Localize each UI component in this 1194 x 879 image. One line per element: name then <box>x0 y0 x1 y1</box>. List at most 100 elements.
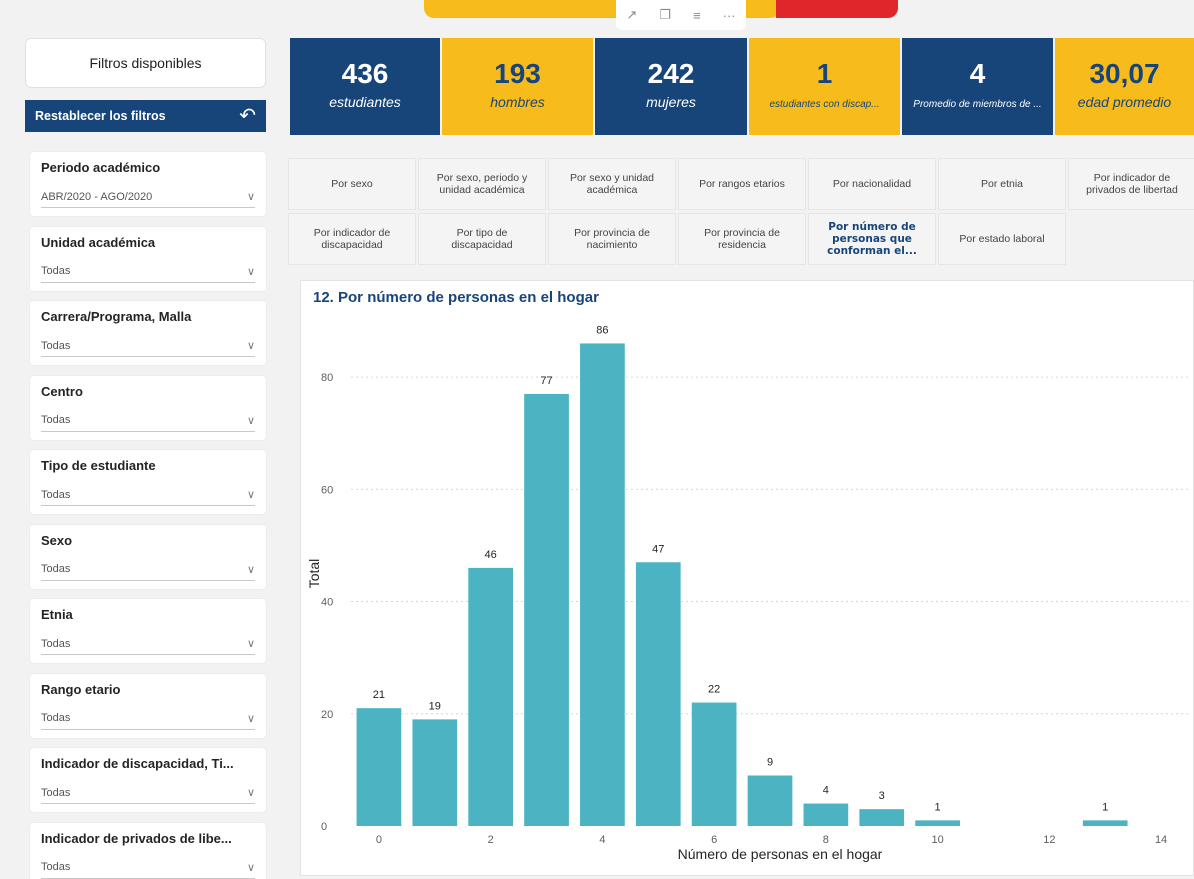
bar <box>915 820 960 826</box>
slicer-etnia: Etnia Todas ∨ <box>30 599 266 663</box>
tab-por-sexo-periodo[interactable]: Por sexo, periodo y unidad académica <box>418 158 546 210</box>
more-options-icon[interactable]: ··· <box>723 8 736 23</box>
report-tabs: Por sexo Por sexo, periodo y unidad acad… <box>288 158 1194 270</box>
y-tick-label: 80 <box>321 372 333 384</box>
data-label: 19 <box>429 700 441 712</box>
copy-icon[interactable]: ❐ <box>659 7 671 23</box>
data-label: 21 <box>373 689 385 701</box>
kpi-value: 436 <box>341 58 389 89</box>
bar <box>1082 820 1128 826</box>
bar <box>468 567 514 826</box>
undo-icon: ↶ <box>239 105 256 127</box>
slicer-dropdown[interactable]: ABR/2020 - AGO/2020 ∨ <box>41 186 255 208</box>
tab-por-sexo[interactable]: Por sexo <box>288 158 416 210</box>
y-tick-label: 40 <box>321 597 333 609</box>
slicer-value: Todas <box>41 563 71 575</box>
slicer-value: Todas <box>41 786 71 799</box>
kpi-mujeres: 242 mujeres <box>595 38 747 135</box>
data-label: 86 <box>596 324 608 336</box>
kpi-label: estudiantes <box>329 94 401 110</box>
slicer-value: Todas <box>41 488 71 501</box>
slicer-dropdown[interactable]: Todas ∨ <box>41 633 255 655</box>
chevron-down-icon: ∨ <box>246 861 255 874</box>
data-label: 3 <box>879 790 885 802</box>
kpi-label: mujeres <box>646 94 696 110</box>
slicer-dropdown[interactable]: Todas ∨ <box>41 335 255 357</box>
slicer-dropdown[interactable]: Todas ∨ <box>41 857 255 879</box>
slicer-indicador-privados: Indicador de privados de libe... Todas ∨ <box>30 822 266 879</box>
bars <box>356 343 1128 826</box>
tab-por-etnia[interactable]: Por etnia <box>938 158 1066 210</box>
filters-sidebar: Filtros disponibles Restablecer los filt… <box>25 38 266 132</box>
kpi-promedio-miembros: 4 Promedio de miembros de ... <box>902 38 1053 135</box>
data-label: 47 <box>652 543 664 555</box>
slicer-label: Etnia <box>41 607 73 622</box>
reset-filters-button[interactable]: Restablecer los filtros ↶ <box>25 100 266 132</box>
data-label: 77 <box>540 375 552 387</box>
x-tick-label: 0 <box>376 834 382 846</box>
x-tick-label: 6 <box>711 834 717 846</box>
slicer-unidad-academica: Unidad académica Todas ∨ <box>30 226 266 291</box>
slicer-label: Centro <box>41 383 83 399</box>
y-axis-label: Total <box>306 559 322 589</box>
slicer-label: Unidad académica <box>41 234 156 250</box>
tab-por-rangos-etarios[interactable]: Por rangos etarios <box>678 158 806 210</box>
slicer-value: Todas <box>41 265 71 277</box>
visual-header-toolbar: ↗ ❐ ≡ ··· <box>420 0 900 30</box>
slicer-value: ABR/2020 - AGO/2020 <box>41 190 153 203</box>
y-tick-label: 20 <box>321 709 333 721</box>
kpi-label: hombres <box>490 94 545 110</box>
tab-por-numero-personas[interactable]: Por número de personas que conforman el.… <box>808 213 936 265</box>
kpi-edad-promedio: 30,07 edad promedio <box>1055 38 1194 135</box>
slicer-value: Todas <box>41 861 71 873</box>
tab-por-indicador-discapacidad[interactable]: Por indicador de discapacidad <box>288 213 416 265</box>
slicer-dropdown[interactable]: Todas ∨ <box>41 559 255 581</box>
slicer-dropdown[interactable]: Todas ∨ <box>41 410 255 432</box>
slicer-dropdown[interactable]: Todas ∨ <box>41 484 255 506</box>
slicer-dropdown[interactable]: Todas ∨ <box>41 708 255 730</box>
reset-filters-label: Restablecer los filtros <box>35 109 166 123</box>
pin-icon[interactable]: ↗ <box>626 7 637 23</box>
y-axis-ticks: 0 20 40 60 80 <box>321 372 333 833</box>
tab-por-tipo-discapacidad[interactable]: Por tipo de discapacidad <box>418 213 546 265</box>
bar <box>412 719 458 826</box>
bar <box>859 809 905 826</box>
bar <box>580 343 625 826</box>
chevron-down-icon: ∨ <box>246 787 255 799</box>
slicer-rango-etario: Rango etario Todas ∨ <box>30 673 266 738</box>
filters-title: Filtros disponibles <box>25 38 266 88</box>
kpi-label: edad promedio <box>1077 94 1172 110</box>
filter-icon[interactable]: ≡ <box>693 8 701 23</box>
chart-title: 12. Por número de personas en el hogar <box>313 289 599 306</box>
tab-por-nacionalidad[interactable]: Por nacionalidad <box>808 158 936 210</box>
chevron-down-icon: ∨ <box>246 191 255 203</box>
slicer-label: Periodo académico <box>41 160 161 175</box>
chevron-down-icon: ∨ <box>246 340 255 352</box>
chevron-down-icon: ∨ <box>246 712 255 725</box>
bar <box>803 803 849 826</box>
tab-por-provincia-nacimiento[interactable]: Por provincia de nacimiento <box>548 213 676 265</box>
kpi-estudiantes: 436 estudiantes <box>290 38 440 135</box>
slicer-dropdown[interactable]: Todas ∨ <box>41 261 255 283</box>
kpi-discapacidad: 1 estudiantes con discap... <box>749 38 900 135</box>
tab-por-estado-laboral[interactable]: Por estado laboral <box>938 213 1066 265</box>
data-label: 4 <box>823 785 829 797</box>
slicer-dropdown[interactable]: Todas ∨ <box>41 782 255 804</box>
kpi-value: 30,07 <box>1089 58 1160 89</box>
y-tick-label: 60 <box>321 484 333 496</box>
kpi-hombres: 193 hombres <box>442 38 593 135</box>
bar <box>524 393 569 826</box>
visual-tools: ↗ ❐ ≡ ··· <box>616 0 746 30</box>
bar <box>691 702 737 826</box>
tab-por-provincia-residencia[interactable]: Por provincia de residencia <box>678 213 806 265</box>
x-tick-label: 8 <box>823 834 829 846</box>
slicer-label: Rango etario <box>41 681 121 697</box>
tab-por-sexo-unidad[interactable]: Por sexo y unidad académica <box>548 158 676 210</box>
slicer-tipo-estudiante: Tipo de estudiante Todas ∨ <box>30 450 266 514</box>
kpi-value: 242 <box>647 58 695 89</box>
x-tick-label: 12 <box>1043 834 1055 846</box>
tab-por-privados-libertad[interactable]: Por indicador de privados de libertad <box>1068 158 1194 210</box>
chevron-down-icon: ∨ <box>246 265 255 278</box>
slicer-label: Indicador de privados de libe... <box>41 830 232 846</box>
x-tick-label: 4 <box>599 834 605 846</box>
